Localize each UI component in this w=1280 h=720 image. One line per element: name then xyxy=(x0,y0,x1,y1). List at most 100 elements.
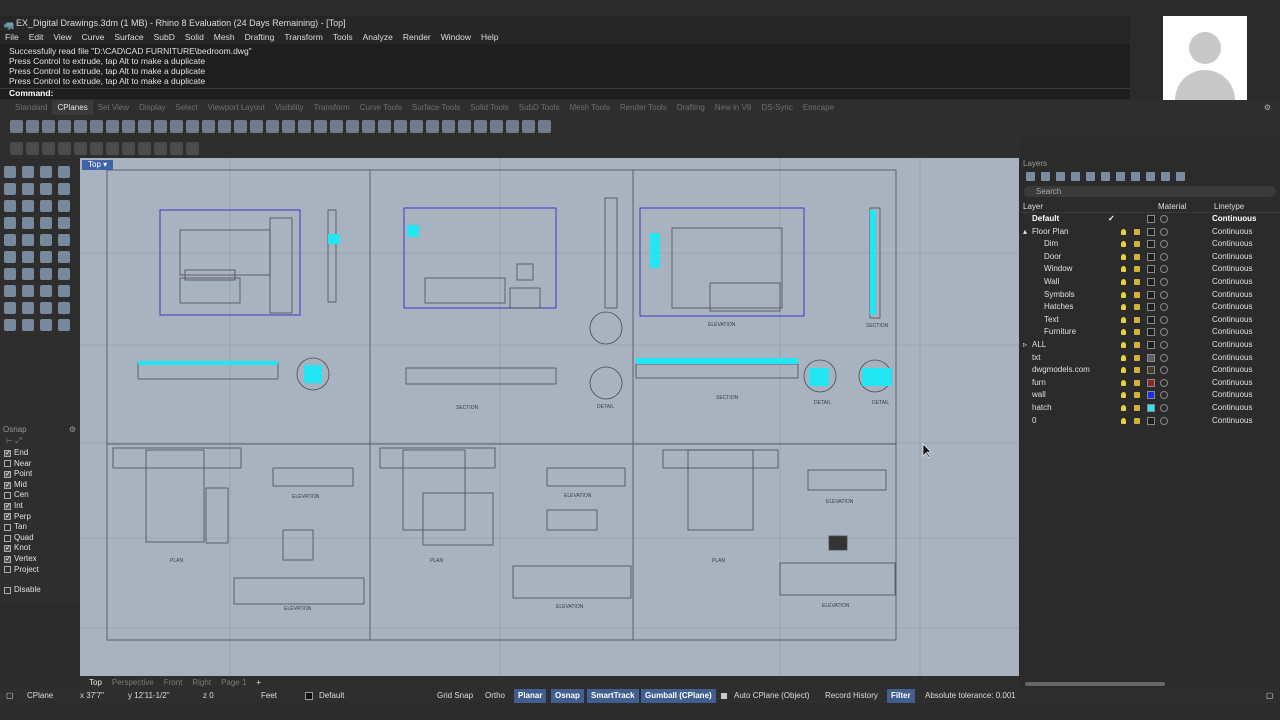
layer-linetype[interactable]: Continuous xyxy=(1212,326,1252,339)
palette-tool-icon[interactable] xyxy=(58,251,70,263)
menu-subd[interactable]: SubD xyxy=(149,30,180,44)
record-history-toggle[interactable]: Record History xyxy=(825,689,878,703)
tool-button-icon[interactable] xyxy=(58,119,71,133)
osnap-mid[interactable]: ✓ Mid xyxy=(0,480,80,491)
filter-icon[interactable] xyxy=(1131,171,1140,181)
material-icon[interactable] xyxy=(1160,252,1168,261)
tool-button-icon[interactable] xyxy=(442,119,455,133)
checkbox-icon[interactable]: ✓ xyxy=(4,502,11,510)
layer-row[interactable]: txt Continuous xyxy=(1020,352,1280,365)
layer-linetype[interactable]: Continuous xyxy=(1212,339,1252,352)
layer-row[interactable]: furn Continuous xyxy=(1020,377,1280,390)
tab-cplanes[interactable]: CPlanes xyxy=(52,100,93,115)
tool-button-icon[interactable] xyxy=(42,141,55,155)
osnap-near[interactable]: Near xyxy=(0,459,80,470)
layer-linetype[interactable]: Continuous xyxy=(1212,314,1252,327)
tool-button-icon[interactable] xyxy=(186,119,199,133)
palette-tool-icon[interactable] xyxy=(4,166,16,178)
material-icon[interactable] xyxy=(1160,328,1168,337)
layer-row[interactable]: 0 Continuous xyxy=(1020,415,1280,428)
layer-linetype[interactable]: Continuous xyxy=(1212,289,1252,302)
palette-tool-icon[interactable] xyxy=(40,251,52,263)
palette-tool-icon[interactable] xyxy=(40,302,52,314)
tool-button-icon[interactable] xyxy=(490,119,503,133)
layer-color-swatch[interactable] xyxy=(1147,353,1155,362)
menu-surface[interactable]: Surface xyxy=(109,30,148,44)
lock-icon[interactable] xyxy=(1134,291,1140,298)
checkbox-icon[interactable]: ✓ xyxy=(4,513,11,521)
material-icon[interactable] xyxy=(1160,227,1168,236)
palette-tool-icon[interactable] xyxy=(4,319,16,331)
expand-icon[interactable]: ▹ xyxy=(1023,339,1027,352)
palette-tool-icon[interactable] xyxy=(4,285,16,297)
checkbox-icon[interactable] xyxy=(4,460,11,468)
tab-display[interactable]: Display xyxy=(134,100,170,115)
palette-tool-icon[interactable] xyxy=(22,200,34,212)
tab-curve-tools[interactable]: Curve Tools xyxy=(355,100,407,115)
checkbox-icon[interactable] xyxy=(4,586,11,594)
menu-icon[interactable] xyxy=(1161,171,1170,181)
material-icon[interactable] xyxy=(1160,303,1168,312)
menu-window[interactable]: Window xyxy=(436,30,476,44)
visibility-bulb-icon[interactable] xyxy=(1121,316,1126,323)
material-icon[interactable] xyxy=(1160,240,1168,249)
palette-tool-icon[interactable] xyxy=(40,200,52,212)
tab-new-in-v8[interactable]: New in V8 xyxy=(710,100,756,115)
status-layer[interactable]: Default xyxy=(319,689,344,703)
help-icon[interactable] xyxy=(1176,171,1185,181)
layer-row[interactable]: Wall Continuous xyxy=(1020,276,1280,289)
tool-button-icon[interactable] xyxy=(154,141,167,155)
tool-button-icon[interactable] xyxy=(506,119,519,133)
tool-button-icon[interactable] xyxy=(106,119,119,133)
lock-icon[interactable] xyxy=(1134,316,1140,323)
menu-tools[interactable]: Tools xyxy=(328,30,358,44)
palette-tool-icon[interactable] xyxy=(58,166,70,178)
tool-button-icon[interactable] xyxy=(538,119,551,133)
tab-subd-tools[interactable]: SubD Tools xyxy=(514,100,565,115)
layer-row[interactable]: Window Continuous xyxy=(1020,263,1280,276)
visibility-bulb-icon[interactable] xyxy=(1121,341,1126,348)
visibility-bulb-icon[interactable] xyxy=(1121,417,1126,424)
checkbox-icon[interactable] xyxy=(4,534,11,542)
lock-icon[interactable] xyxy=(1134,228,1140,235)
tab-render-tools[interactable]: Render Tools xyxy=(615,100,672,115)
layer-color-swatch[interactable] xyxy=(1147,252,1155,261)
menu-render[interactable]: Render xyxy=(398,30,436,44)
layer-row[interactable]: Default ✓ Continuous xyxy=(1020,213,1280,226)
tool-button-icon[interactable] xyxy=(250,119,263,133)
tool-button-icon[interactable] xyxy=(298,119,311,133)
layer-color-swatch[interactable] xyxy=(1147,391,1155,400)
osnap-project[interactable]: Project xyxy=(0,565,80,576)
checkbox-icon[interactable]: ✓ xyxy=(4,555,11,563)
layer-row[interactable]: dwgmodels.com Continuous xyxy=(1020,364,1280,377)
checkbox-icon[interactable] xyxy=(4,492,11,500)
expand-icon[interactable]: ▴ xyxy=(1023,226,1027,239)
layer-color-swatch[interactable] xyxy=(1147,416,1155,425)
tool-button-icon[interactable] xyxy=(90,119,103,133)
tool-button-icon[interactable] xyxy=(266,119,279,133)
col-linetype[interactable]: Linetype xyxy=(1214,200,1244,212)
layer-color-swatch[interactable] xyxy=(1147,340,1155,349)
layer-color-swatch[interactable] xyxy=(1147,227,1155,236)
material-icon[interactable] xyxy=(1160,416,1168,425)
layer-color-swatch[interactable] xyxy=(1147,378,1155,387)
tool-button-icon[interactable] xyxy=(458,119,471,133)
delete-layer-icon[interactable] xyxy=(1056,171,1065,181)
osnap-vertex[interactable]: ✓ Vertex xyxy=(0,554,80,565)
material-icon[interactable] xyxy=(1160,378,1168,387)
lock-icon[interactable] xyxy=(1134,278,1140,285)
lock-icon[interactable] xyxy=(1134,367,1140,374)
palette-tool-icon[interactable] xyxy=(22,183,34,195)
tool-button-icon[interactable] xyxy=(10,141,23,155)
tool-button-icon[interactable] xyxy=(202,119,215,133)
tool-button-icon[interactable] xyxy=(26,119,39,133)
new-sublayer-icon[interactable] xyxy=(1041,171,1050,181)
tab-enscape[interactable]: Enscape xyxy=(798,100,839,115)
visibility-bulb-icon[interactable] xyxy=(1121,329,1126,336)
col-layer[interactable]: Layer xyxy=(1020,200,1158,212)
tool-button-icon[interactable] xyxy=(378,119,391,133)
palette-tool-icon[interactable] xyxy=(58,319,70,331)
tool-button-icon[interactable] xyxy=(362,119,375,133)
planar-toggle[interactable]: Planar xyxy=(514,689,547,703)
layer-search-input[interactable]: Search xyxy=(1024,186,1276,197)
